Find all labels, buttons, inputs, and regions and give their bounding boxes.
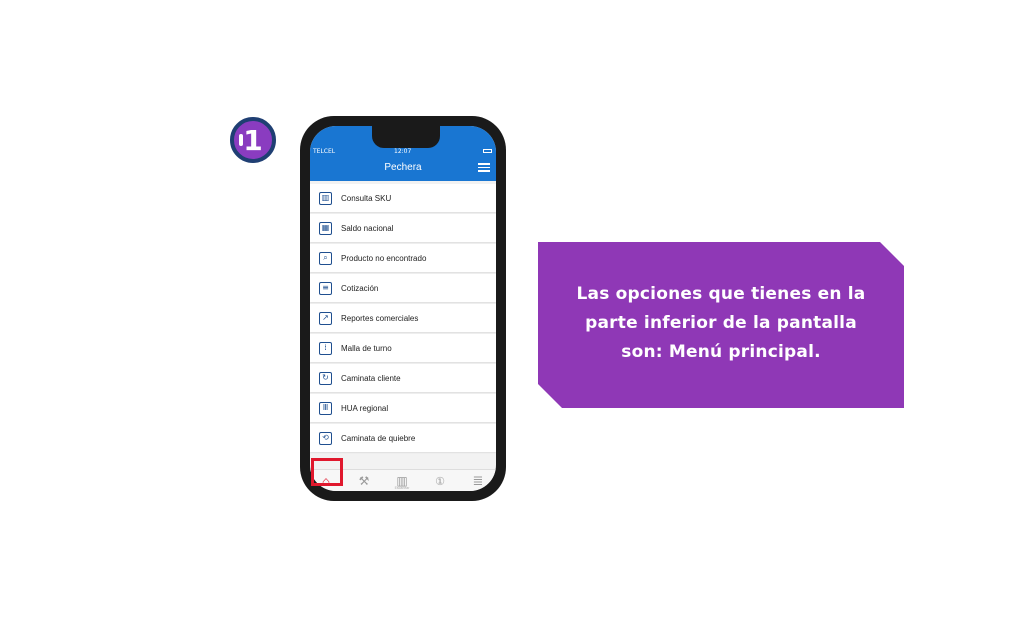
tab-scan[interactable]: ▥ Escanear	[394, 473, 410, 490]
app-title: Pechera	[384, 162, 422, 173]
battery-icon	[483, 149, 492, 153]
barcode-icon: ▥	[319, 191, 332, 205]
menu-item-label: Reportes comerciales	[341, 313, 419, 323]
menu-item-reportes-comerciales[interactable]: ↗ Reportes comerciales	[310, 304, 496, 332]
menu-item-caminata-cliente[interactable]: ↻ Caminata cliente	[310, 364, 496, 392]
menu-item-label: Malla de turno	[341, 343, 392, 353]
instruction-callout: Las opciones que tienes en la parte infe…	[538, 242, 904, 408]
menu-item-producto-no-encontrado[interactable]: ⌕ Producto no encontrado	[310, 244, 496, 272]
phone-mockup: TELCEL 12:07 Pechera ▥ Consulta SKU ▦ Sa…	[300, 116, 506, 501]
menu-item-label: Caminata cliente	[341, 373, 401, 383]
menu-list: ▥ Consulta SKU ▦ Saldo nacional ⌕ Produc…	[310, 184, 496, 454]
phone-notch	[372, 126, 440, 148]
menu-item-consulta-sku[interactable]: ▥ Consulta SKU	[310, 184, 496, 212]
status-time: 12:07	[394, 148, 412, 155]
tab-scan-label: Escanear	[394, 486, 410, 490]
menu-item-label: Cotización	[341, 283, 379, 293]
callout-text: Las opciones que tienes en la parte infe…	[576, 283, 866, 362]
tab-tools[interactable]: ⚒	[356, 473, 372, 489]
menu-item-label: Saldo nacional	[341, 223, 394, 233]
badge-icon: ①	[435, 475, 445, 488]
shelves-icon: Ⅲ	[319, 401, 332, 415]
menu-item-caminata-de-quiebre[interactable]: ⟲ Caminata de quiebre	[310, 424, 496, 452]
carrier-label: TELCEL	[313, 148, 336, 155]
boxes-icon: ▦	[319, 221, 332, 235]
document-list-icon: ≡	[319, 281, 332, 295]
search-icon: ⌕	[319, 251, 332, 265]
menu-item-hua-regional[interactable]: Ⅲ HUA regional	[310, 394, 496, 422]
menu-item-label: Caminata de quiebre	[341, 433, 416, 443]
menu-item-label: HUA regional	[341, 403, 389, 413]
step-number-badge: 1	[230, 117, 276, 163]
calendar-grid-icon: ⁞	[319, 341, 332, 355]
phone-screen: TELCEL 12:07 Pechera ▥ Consulta SKU ▦ Sa…	[310, 126, 496, 491]
menu-item-cotizacion[interactable]: ≡ Cotización	[310, 274, 496, 302]
menu-item-malla-de-turno[interactable]: ⁞ Malla de turno	[310, 334, 496, 362]
home-tab-highlight	[311, 458, 343, 486]
badge-tick	[239, 134, 243, 146]
status-bar: TELCEL 12:07	[310, 148, 496, 156]
step-number: 1	[243, 123, 263, 157]
menu-item-label: Consulta SKU	[341, 193, 392, 203]
chart-icon: ↗	[319, 311, 332, 325]
menu-item-saldo-nacional[interactable]: ▦ Saldo nacional	[310, 214, 496, 242]
list-icon: ≣	[472, 473, 484, 488]
menu-item-label: Producto no encontrado	[341, 253, 427, 263]
tab-list[interactable]: ≣	[470, 473, 486, 489]
hamburger-icon[interactable]	[478, 163, 490, 172]
tools-icon: ⚒	[358, 474, 370, 488]
refresh-icon: ↻	[319, 371, 332, 385]
tab-badge[interactable]: ①	[432, 473, 448, 489]
walk-icon: ⟲	[319, 431, 332, 445]
